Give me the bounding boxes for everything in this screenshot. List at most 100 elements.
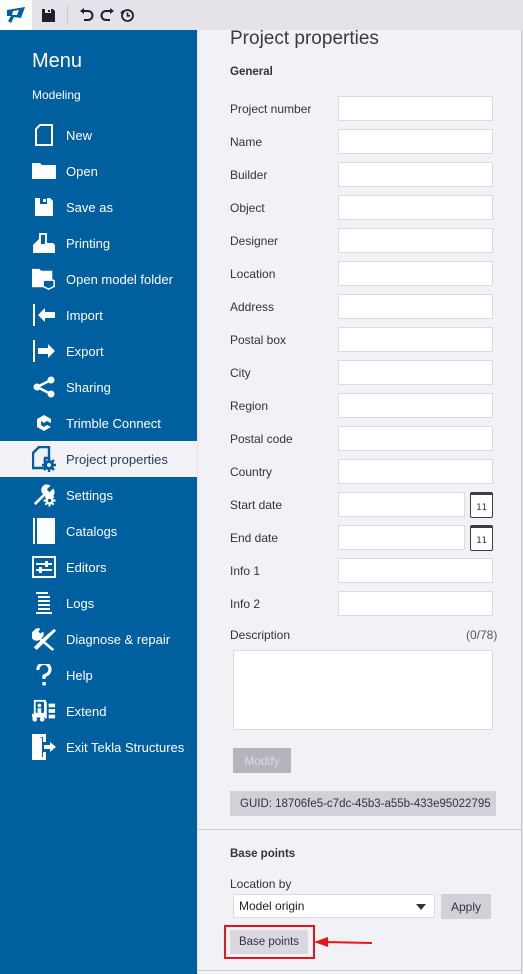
field-row-start-date: Start date 11 <box>230 492 520 518</box>
start-date-label: Start date <box>230 498 283 512</box>
designer-input[interactable] <box>338 228 493 253</box>
field-row-object: Object <box>230 195 520 221</box>
base-points-button[interactable]: Base points <box>230 930 308 954</box>
postal-code-input[interactable] <box>338 426 493 451</box>
object-input[interactable] <box>338 195 493 220</box>
undo-icon[interactable] <box>79 7 95 23</box>
top-toolbar <box>0 0 523 30</box>
sidebar-item-sharing[interactable]: Sharing <box>0 369 197 405</box>
builder-label: Builder <box>230 168 268 182</box>
model-folder-icon <box>32 267 56 291</box>
sidebar-item-settings[interactable]: Settings <box>0 477 197 513</box>
info-2-label: Info 2 <box>230 597 261 611</box>
menu-title: Menu <box>32 50 83 72</box>
editors-sliders-icon <box>32 555 56 579</box>
sidebar-item-label: Editors <box>66 559 107 575</box>
project-properties-panel: Project properties General Project numbe… <box>198 28 522 974</box>
location-input[interactable] <box>338 261 493 286</box>
sidebar-item-editors[interactable]: Editors <box>0 549 197 585</box>
sidebar-item-save-as[interactable]: Save as <box>0 189 197 225</box>
field-row-info-1: Info 1 <box>230 558 520 584</box>
section-divider <box>198 829 521 830</box>
field-row-postal-code: Postal code <box>230 426 520 452</box>
info-1-input[interactable] <box>338 558 493 583</box>
sidebar-item-printing[interactable]: Printing <box>0 225 197 261</box>
info-2-input[interactable] <box>338 591 493 616</box>
calendar-icon[interactable]: 11 <box>470 492 493 518</box>
city-input[interactable] <box>338 360 493 385</box>
modify-button[interactable]: Modify <box>233 748 291 773</box>
toolbar-separator <box>67 5 68 25</box>
history-icon[interactable] <box>119 7 135 23</box>
field-row-location: Location <box>230 261 520 287</box>
country-label: Country <box>230 465 273 479</box>
guid-label: GUID: 18706fe5-c7dc-45b3-a55b-433e950227… <box>230 791 496 816</box>
base-points-section-title: Base points <box>230 848 296 860</box>
bottom-divider <box>198 970 521 971</box>
region-input[interactable] <box>338 393 493 418</box>
calendar-icon[interactable]: 11 <box>470 525 493 551</box>
sidebar-item-label: Sharing <box>66 379 111 395</box>
apply-button[interactable]: Apply <box>441 894 491 919</box>
location-by-label: Location by <box>230 877 292 891</box>
location-by-select[interactable]: Model origin <box>233 894 435 918</box>
tools-icon <box>32 627 56 651</box>
country-input[interactable] <box>338 459 493 484</box>
sidebar-item-open-model-folder[interactable]: Open model folder <box>0 261 197 297</box>
sidebar-item-import[interactable]: Import <box>0 297 197 333</box>
end-date-label: End date <box>230 531 279 545</box>
sidebar-item-label: Extend <box>66 703 107 719</box>
builder-input[interactable] <box>338 162 493 187</box>
sidebar-item-label: Save as <box>66 199 113 215</box>
sidebar-item-help[interactable]: Help <box>0 657 197 693</box>
project-number-input[interactable] <box>338 96 493 121</box>
sidebar-item-label: Exit Tekla Structures <box>66 739 185 755</box>
catalog-book-icon <box>32 518 56 544</box>
address-input[interactable] <box>338 294 493 319</box>
address-label: Address <box>230 300 275 314</box>
sidebar-item-export[interactable]: Export <box>0 333 197 369</box>
description-textarea[interactable] <box>233 650 493 730</box>
sidebar-item-project-properties[interactable]: Project properties <box>0 441 197 477</box>
end-date-input[interactable] <box>338 525 465 550</box>
sidebar-item-extend[interactable]: Extend <box>0 693 197 729</box>
postal-box-input[interactable] <box>338 327 493 352</box>
region-label: Region <box>230 399 269 413</box>
sidebar-item-catalogs[interactable]: Catalogs <box>0 513 197 549</box>
exit-door-icon <box>32 734 56 760</box>
tekla-logo-icon[interactable] <box>0 0 32 30</box>
sidebar-item-label: Open <box>66 163 98 179</box>
location-by-selected-value: Model origin <box>239 899 305 913</box>
question-mark-icon <box>32 663 56 687</box>
sidebar-item-label: Open model folder <box>66 271 173 287</box>
sidebar-item-new[interactable]: New <box>0 117 197 153</box>
sidebar-item-open[interactable]: Open <box>0 153 197 189</box>
import-icon <box>32 303 56 327</box>
start-date-input[interactable] <box>338 492 465 517</box>
page-title: Project properties <box>230 28 379 49</box>
field-row-project-number: Project number <box>230 96 520 122</box>
sidebar-item-label: New <box>66 127 93 143</box>
folder-icon <box>32 159 56 183</box>
sidebar-item-label: Diagnose & repair <box>66 631 171 647</box>
sidebar-item-exit-tekla-structures[interactable]: Exit Tekla Structures <box>0 729 197 765</box>
field-row-city: City <box>230 360 520 386</box>
field-row-postal-box: Postal box <box>230 327 520 353</box>
sidebar-item-diagnose-repair[interactable]: Diagnose & repair <box>0 621 197 657</box>
sidebar-item-label: Printing <box>66 235 111 251</box>
postal-box-label: Postal box <box>230 333 287 347</box>
description-char-count: (0/78) <box>466 628 498 642</box>
name-input[interactable] <box>338 129 493 154</box>
export-icon <box>32 339 56 363</box>
sidebar-item-label: Help <box>66 667 93 683</box>
info-1-label: Info 1 <box>230 564 261 578</box>
sidebar-item-trimble-connect[interactable]: Trimble Connect <box>0 405 197 441</box>
redo-icon[interactable] <box>99 7 115 23</box>
sidebar-item-label: Catalogs <box>66 523 118 539</box>
sidebar-item-logs[interactable]: Logs <box>0 585 197 621</box>
city-label: City <box>230 366 251 380</box>
logs-lines-icon <box>32 591 56 615</box>
floppy-disk-icon[interactable] <box>40 7 56 23</box>
sidebar-item-label: Export <box>66 343 104 359</box>
settings-wrench-gear-icon <box>32 483 56 507</box>
